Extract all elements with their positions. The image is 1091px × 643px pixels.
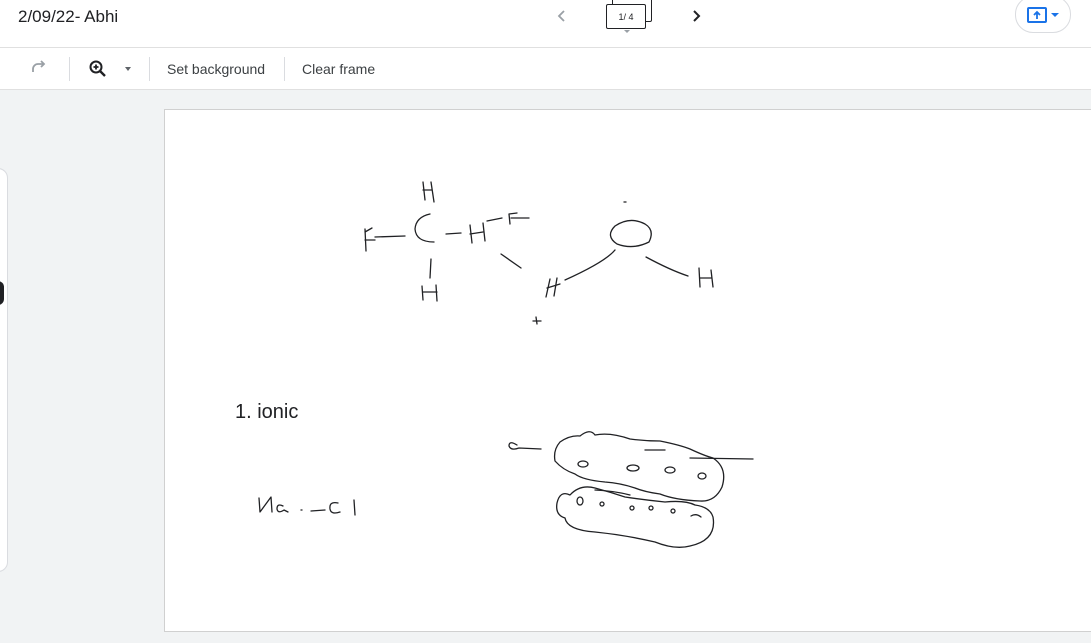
chevron-left-icon (557, 10, 565, 22)
toolbar-divider (284, 57, 285, 81)
share-upload-icon (1027, 6, 1047, 23)
frame-counter: 1/ 4 (606, 4, 646, 29)
toolbar: Set background Clear frame (0, 48, 1091, 90)
text-box[interactable]: 1. ionic (235, 400, 298, 424)
caret-down-icon (624, 30, 630, 33)
top-bar: 2/09/22- Abhi 1/ 4 (0, 0, 1091, 48)
toolbar-divider (69, 57, 70, 81)
handwriting-strokes (258, 181, 754, 548)
color-dot-icon[interactable] (0, 281, 4, 305)
chevron-right-icon (693, 10, 701, 22)
set-background-button[interactable]: Set background (167, 60, 265, 78)
whiteboard-canvas[interactable]: 1. ionic (164, 109, 1091, 632)
zoom-in-icon (89, 60, 106, 77)
clear-frame-button[interactable]: Clear frame (302, 60, 375, 78)
zoom-dropdown-caret-icon[interactable] (125, 67, 131, 71)
frame-bar-button[interactable]: 1/ 4 (604, 0, 654, 38)
redo-icon (32, 60, 46, 72)
next-frame-button[interactable] (684, 4, 708, 28)
redo-button[interactable] (28, 57, 50, 79)
zoom-button[interactable] (86, 57, 110, 81)
caret-down-icon (1051, 12, 1059, 17)
share-button[interactable] (1015, 0, 1071, 33)
tools-panel[interactable] (0, 168, 8, 572)
jam-title[interactable]: 2/09/22- Abhi (18, 6, 118, 28)
previous-frame-button[interactable] (550, 4, 574, 28)
toolbar-divider (149, 57, 150, 81)
bottom-strip (0, 632, 1091, 643)
